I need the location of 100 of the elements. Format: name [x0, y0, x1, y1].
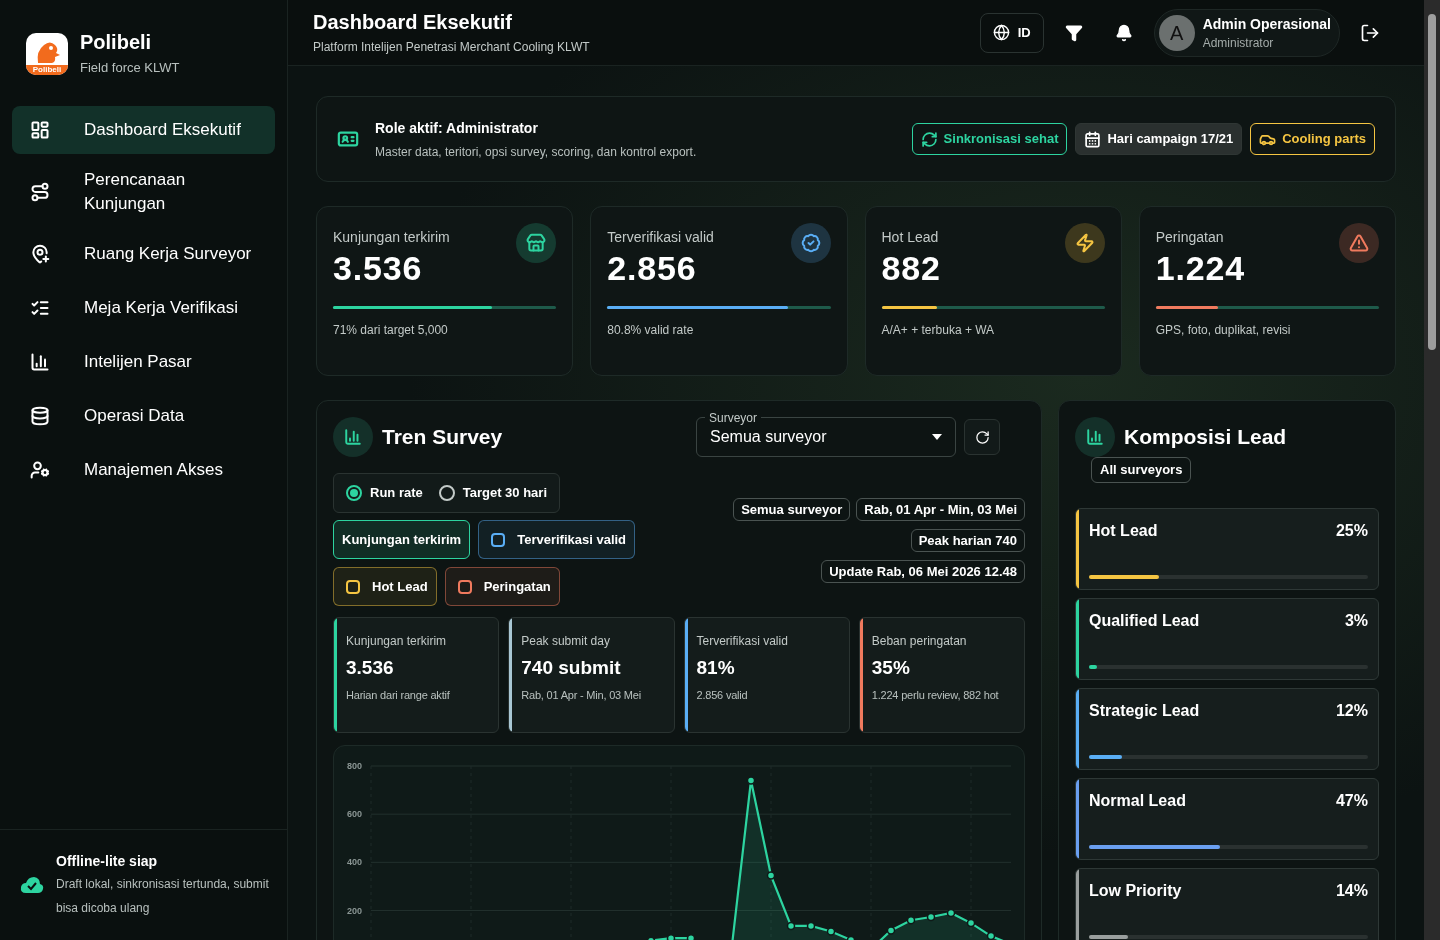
- nav-item[interactable]: Dashboard Eksekutif: [12, 105, 275, 154]
- globe-icon: [992, 24, 1010, 41]
- radio-option[interactable]: Target 30 hari: [438, 483, 548, 503]
- stat-value: 81%: [696, 656, 736, 680]
- brand-name: Polibeli: [80, 30, 153, 54]
- y-axis-label: 600: [346, 809, 362, 820]
- bell-icon: [1114, 23, 1133, 42]
- page-subtitle: Platform Intelijen Penetrasi Merchant Cooling KLWT: [313, 38, 590, 56]
- database-icon: [30, 405, 50, 426]
- checkbox-icon: [457, 579, 472, 594]
- data-point: [946, 908, 956, 918]
- logo-text: Polibeli: [26, 64, 68, 75]
- data-point: [826, 927, 836, 936]
- data-point: [926, 912, 936, 922]
- y-axis-label: 200: [346, 905, 362, 916]
- kpi-label: Kunjungan terkirim: [333, 228, 450, 247]
- radio-option[interactable]: Run rate: [346, 483, 423, 503]
- badge-label: Hari campaign 17/21: [1107, 130, 1234, 149]
- panel-title: Komposisi Lead: [1124, 424, 1287, 451]
- kpi-note: GPS, foto, duplikat, revisi: [1155, 322, 1292, 339]
- stat-note: Rab, 01 Apr - Min, 03 Mei: [521, 687, 641, 703]
- lead-label: Low Priority: [1089, 880, 1182, 901]
- user-avatar: A: [1158, 14, 1195, 51]
- lead-percent: 25%: [1335, 520, 1368, 541]
- data-point: [906, 915, 916, 925]
- stat-value: 3.536: [346, 656, 395, 680]
- lead-label: Strategic Lead: [1089, 700, 1200, 721]
- chart-icon: [333, 417, 373, 457]
- y-axis-label: 800: [346, 761, 362, 771]
- data-point: [966, 918, 976, 928]
- warning-icon: [1339, 223, 1379, 263]
- nav-item[interactable]: Operasi Data: [12, 391, 275, 440]
- info-chip: Peak harian 740: [910, 529, 1025, 552]
- info-chip: Semua surveyor: [733, 498, 851, 521]
- brand-subtitle: Field force KLWT: [80, 59, 180, 77]
- kpi-label: Peringatan: [1155, 228, 1225, 247]
- kpi-label: Hot Lead: [881, 228, 940, 247]
- offline-status-title: Offline-lite siap: [56, 851, 159, 871]
- sync-icon: [920, 130, 938, 148]
- offline-status-text: Draft lokal, sinkronisasi tertunda, submit bisa dicoba ulang: [56, 875, 270, 917]
- nav-item[interactable]: Ruang Kerja Surveyor: [12, 229, 275, 278]
- id-badge-icon: [337, 128, 359, 150]
- scope-chip: All surveyors: [1091, 457, 1192, 483]
- nav-item[interactable]: Intelijen Pasar: [12, 337, 275, 386]
- info-chip: Update Rab, 06 Mei 2026 12.48: [821, 560, 1025, 583]
- dashboard-icon: [30, 119, 50, 140]
- series-toggle[interactable]: Kunjungan terkirim: [333, 520, 471, 559]
- info-chip: Rab, 01 Apr - Min, 03 Mei: [856, 498, 1025, 521]
- badge-label: Cooling parts: [1282, 130, 1366, 149]
- chart-icon: [1075, 417, 1115, 457]
- series-toggle[interactable]: Hot Lead: [333, 567, 437, 606]
- stat-label: Terverifikasi valid: [696, 633, 788, 650]
- nav-item[interactable]: Meja Kerja Verifikasi: [12, 283, 275, 332]
- kpi-label: Terverifikasi valid: [607, 228, 714, 247]
- kpi-value: 3.536: [333, 248, 424, 288]
- role-title: Role aktif: Administrator: [375, 118, 539, 138]
- lead-label: Hot Lead: [1089, 520, 1158, 541]
- refresh-icon: [974, 429, 990, 445]
- data-point: [806, 921, 816, 931]
- calendar-icon: [1084, 130, 1102, 148]
- y-axis-label: 400: [346, 857, 362, 868]
- stat-note: Harian dari range aktif: [346, 687, 450, 703]
- route-icon: [30, 181, 50, 202]
- kpi-note: 71% dari target 5,000: [333, 322, 449, 339]
- series-toggle[interactable]: Peringatan: [444, 567, 560, 606]
- filter-icon: [1064, 23, 1083, 42]
- store-icon: [516, 223, 557, 263]
- kpi-value: 2.856: [607, 248, 698, 288]
- kpi-note: 80.8% valid rate: [607, 322, 695, 339]
- page-title: Dashboard Eksekutif: [313, 9, 513, 34]
- checkbox-icon: [346, 579, 360, 594]
- series-toggle[interactable]: Terverifikasi valid: [478, 520, 636, 559]
- data-point: [766, 871, 776, 880]
- checkbox-icon: [491, 532, 506, 547]
- data-point: [786, 921, 796, 931]
- stat-note: 2.856 valid: [696, 687, 749, 703]
- user-menu[interactable]: A Admin Operasional Administrator: [1153, 8, 1340, 57]
- lead-percent: 12%: [1335, 700, 1368, 721]
- lead-percent: 3%: [1344, 610, 1368, 631]
- badge-label: Sinkronisasi sehat: [943, 130, 1059, 149]
- bar-chart-icon: [30, 351, 50, 372]
- cloud-check-icon: [20, 876, 44, 894]
- stat-label: Kunjungan terkirim: [346, 633, 448, 650]
- nav-item[interactable]: Perencanaan Kunjungan: [12, 159, 275, 224]
- user-gear-icon: [30, 459, 50, 480]
- lead-label: Qualified Lead: [1089, 610, 1200, 631]
- lead-percent: 14%: [1335, 880, 1368, 901]
- lead-percent: 47%: [1335, 790, 1368, 811]
- logout-icon: [1360, 22, 1380, 43]
- refresh-button[interactable]: [964, 419, 1000, 455]
- data-point: [886, 926, 896, 935]
- kpi-note: A/A+ + terbuka + WA: [881, 322, 996, 339]
- map-pin-icon: [30, 243, 50, 264]
- stat-value: 740 submit: [521, 656, 622, 680]
- nav-item[interactable]: Manajemen Akses: [12, 445, 275, 494]
- role-description: Master data, teritori, opsi survey, scoring, dan kontrol export.: [375, 143, 697, 161]
- user-name: Admin Operasional: [1202, 14, 1331, 34]
- language-button[interactable]: ID: [979, 12, 1044, 53]
- lightning-icon: [1064, 223, 1105, 263]
- caret-icon: [932, 434, 942, 440]
